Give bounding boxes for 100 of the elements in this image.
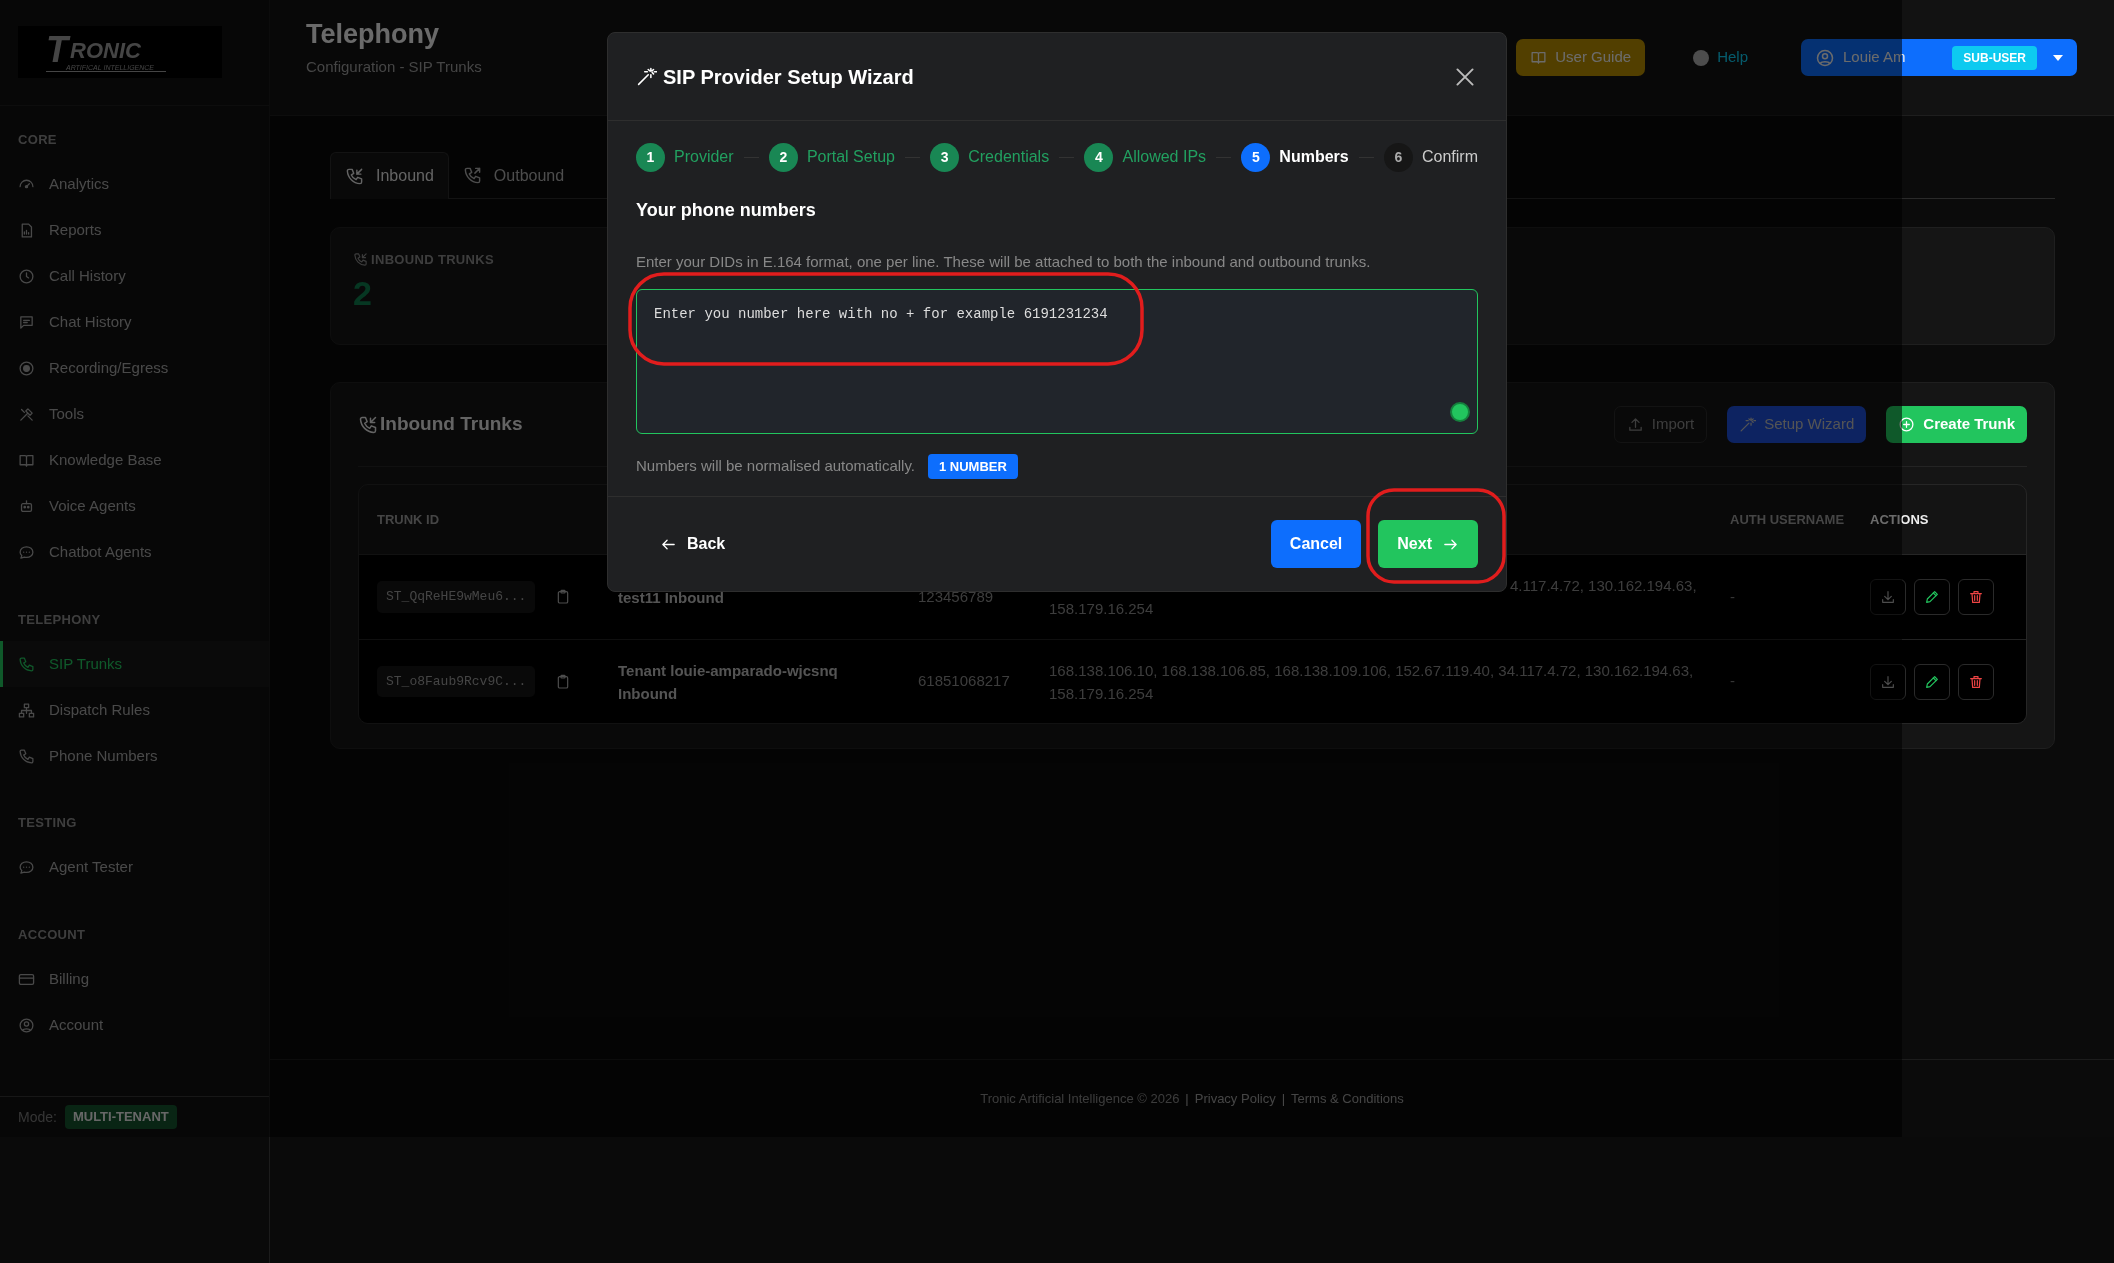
trash-icon <box>1968 673 1984 690</box>
pencil-icon <box>1924 673 1940 690</box>
phone-icon <box>18 747 35 765</box>
nav-item[interactable]: Knowledge Base <box>0 437 269 484</box>
numbers-field[interactable]: Enter you number here with no + for example 6191231234 <box>636 288 1478 434</box>
panel-title: Inbound Trunks <box>380 412 523 437</box>
logo-text: RONIC <box>70 40 141 62</box>
footer-link[interactable]: Terms & Conditions <box>1291 1088 1404 1109</box>
delete-button[interactable] <box>1958 663 1994 700</box>
step-label: Confirm <box>1422 147 1479 167</box>
sitemap-icon <box>18 701 35 719</box>
book-icon <box>1530 49 1548 66</box>
footer-link[interactable]: Privacy Policy <box>1194 1088 1276 1109</box>
caret-icon <box>2053 54 2063 61</box>
cancel-button[interactable]: Cancel <box>1270 520 1362 568</box>
count-badge: 1 NUMBER <box>928 453 1018 479</box>
nav-item[interactable]: Recording/Egress <box>0 345 269 392</box>
incoming-call-icon <box>358 414 378 435</box>
nav-item[interactable]: Chatbot Agents <box>0 529 269 576</box>
help-link[interactable]: Help <box>1693 46 1748 69</box>
step-label: Allowed IPs <box>1122 147 1207 167</box>
phone-icon <box>18 655 35 673</box>
separator: | <box>1184 1089 1190 1108</box>
incoming-call-icon <box>345 166 364 186</box>
nav-item[interactable]: Analytics <box>0 161 269 208</box>
step-number: 4 <box>1084 142 1114 172</box>
next-button[interactable]: Next <box>1378 520 1478 568</box>
nav-item[interactable]: Billing <box>0 956 269 1002</box>
phone-number: 61851068217 <box>917 671 1011 692</box>
user-icon <box>1815 47 1835 68</box>
nav-item[interactable]: Chat History <box>0 299 269 346</box>
step-label: Portal Setup <box>806 147 895 167</box>
trash-icon <box>1968 589 1984 605</box>
step-number: 6 <box>1384 142 1413 172</box>
trunk-name: Tenant louie-amparado-wjcsnq Inbound <box>617 660 839 704</box>
back-button[interactable]: Back <box>660 532 726 556</box>
tools-icon <box>18 406 35 423</box>
chat-icon <box>18 314 35 331</box>
step-number: 2 <box>768 142 798 172</box>
upload-icon <box>1626 416 1644 433</box>
ip-addresses: 4.117.4.72, 130.162.194.63, <box>1509 576 1698 596</box>
trunk-name: test11 Inbound <box>617 587 725 608</box>
robot-icon <box>18 498 35 515</box>
nav-item[interactable]: Reports <box>0 207 269 254</box>
tab[interactable]: Outbound <box>448 152 579 199</box>
ip-addresses: 158.179.16.254 <box>1049 683 1155 704</box>
chat-bubble-icon <box>18 544 35 561</box>
page-subtitle: Configuration - SIP Trunks <box>306 56 482 77</box>
role-badge: SUB-USER <box>1952 45 2037 70</box>
trunk-id: ST_o8Faub9Rcv9C... <box>377 665 536 698</box>
download-icon <box>1880 589 1896 605</box>
column-header: ACTIONS <box>1870 510 1930 529</box>
pencil-icon <box>1924 589 1940 605</box>
setup-wizard-button[interactable]: Setup Wizard <box>1727 406 1867 443</box>
step-number: 5 <box>1241 142 1271 172</box>
user-guide-button[interactable]: User Guide <box>1516 39 1646 76</box>
step-number: 3 <box>930 142 960 172</box>
phone-number: 123456789 <box>917 586 995 607</box>
dialog-title: SIP Provider Setup Wizard <box>663 64 915 90</box>
column-header: AUTH USERNAME <box>1729 510 1846 529</box>
description: Enter your DIDs in E.164 format, one per line. These will be attached to both the inbound and outbound trunks. <box>636 252 1372 272</box>
nav-item[interactable]: Voice Agents <box>0 483 269 530</box>
nav-item[interactable]: Account <box>0 1002 269 1048</box>
plus-circle-icon <box>1898 416 1916 433</box>
page-title: Telephony <box>306 18 439 51</box>
create-trunk-button[interactable]: Create Trunk <box>1886 406 2027 443</box>
step-label: Provider <box>674 147 734 167</box>
wand-icon <box>1739 416 1757 433</box>
clock-icon <box>18 268 35 285</box>
incoming-call-icon <box>353 252 368 268</box>
chat-bubble-icon <box>18 859 35 876</box>
wand-icon <box>636 66 657 87</box>
hint-text: Numbers will be normalised automatically. <box>636 456 915 476</box>
mode-badge: MULTI-TENANT <box>64 1105 177 1129</box>
outgoing-call-icon <box>462 166 482 185</box>
tab[interactable]: Inbound <box>330 152 449 199</box>
step-number: 1 <box>636 142 665 172</box>
download-icon <box>1880 673 1896 690</box>
copyright-text: Tronic Artificial Intelligence © 2026 <box>980 1089 1180 1108</box>
nav-item[interactable]: Agent Tester <box>0 844 269 891</box>
section-title: Your phone numbers <box>636 199 817 222</box>
step-label: Numbers <box>1279 147 1349 167</box>
trunk-id: ST_QqReHE9wMeu6... <box>377 581 536 613</box>
separator: | <box>1280 1089 1287 1108</box>
ip-addresses: 158.179.16.254 <box>1049 599 1155 619</box>
nav-item[interactable]: Phone Numbers <box>0 733 269 779</box>
record-icon <box>18 360 35 377</box>
column-header: TRUNK ID <box>376 510 441 529</box>
auth-username: - <box>1729 671 1736 692</box>
edit-button[interactable] <box>1914 579 1950 615</box>
user-icon <box>18 1016 35 1034</box>
nav-item[interactable]: Dispatch Rules <box>0 687 269 733</box>
delete-button[interactable] <box>1958 579 1994 615</box>
edit-button[interactable] <box>1914 663 1950 700</box>
ip-addresses: 168.138.106.10, 168.138.106.85, 168.138.109.106, 152.67.119.40, 34.117.4.72, 130.162.194.63, <box>1049 660 1695 681</box>
nav-item[interactable]: Tools <box>0 391 269 438</box>
step-label: Credentials <box>968 147 1050 167</box>
auth-username: - <box>1729 586 1736 607</box>
book-icon <box>18 452 35 469</box>
nav-item[interactable]: Call History <box>0 253 269 300</box>
